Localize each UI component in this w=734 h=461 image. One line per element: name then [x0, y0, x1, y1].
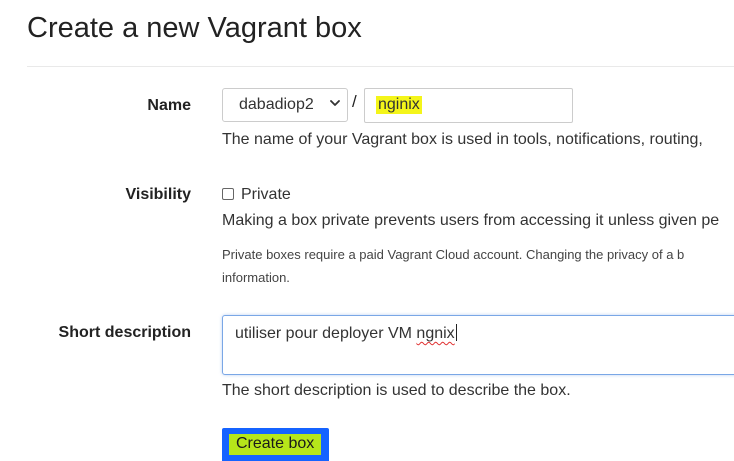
name-separator: /: [352, 92, 357, 111]
page-title: Create a new Vagrant box: [27, 12, 362, 44]
create-box-button-label: Create box: [229, 434, 322, 455]
box-name-value: nginix: [376, 96, 422, 114]
misspelled-word: ngnix: [416, 325, 455, 342]
short-description-label: Short description: [58, 324, 191, 341]
box-name-input[interactable]: nginix: [364, 88, 573, 123]
create-box-button[interactable]: Create box: [222, 428, 329, 461]
owner-select[interactable]: dabadiop2: [222, 88, 348, 122]
visibility-help-text: Making a box private prevents users from…: [222, 212, 720, 229]
create-box-page: Create a new Vagrant box Name dabadiop2 …: [0, 0, 734, 461]
text-caret: [455, 324, 457, 341]
private-checkbox[interactable]: [222, 188, 234, 200]
chevron-down-icon: [330, 100, 340, 106]
title-divider: [27, 66, 734, 67]
short-description-help-text: The short description is used to describ…: [222, 382, 571, 399]
visibility-note-line2: information.: [222, 270, 290, 285]
name-help-text: The name of your Vagrant box is used in …: [222, 131, 703, 148]
owner-select-value: dabadiop2: [239, 96, 314, 113]
visibility-label: Visibility: [125, 186, 191, 203]
private-checkbox-label[interactable]: Private: [241, 186, 291, 204]
short-description-textarea[interactable]: utiliser pour deployer VM ngnix: [222, 315, 734, 375]
visibility-note-line1: Private boxes require a paid Vagrant Clo…: [222, 247, 685, 262]
short-description-value: utiliser pour deployer VM ngnix: [235, 324, 457, 342]
name-label: Name: [147, 97, 191, 114]
